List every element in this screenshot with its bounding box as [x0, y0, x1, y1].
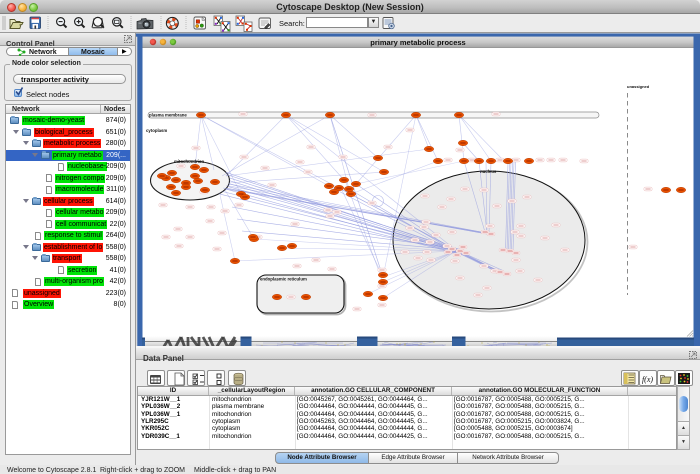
svg-text:f(x): f(x)	[642, 375, 653, 384]
svg-text:mitochondrion: mitochondrion	[174, 159, 204, 164]
svg-text:primary metabolic process: primary metabolic process	[370, 38, 465, 47]
svg-text:plasma membrane: plasma membrane	[149, 112, 187, 117]
svg-text:unassigned: unassigned	[627, 84, 650, 89]
svg-text:cytoplasm: cytoplasm	[146, 128, 167, 133]
svg-text:nucleus: nucleus	[480, 169, 497, 174]
svg-text:endoplasmic reticulum: endoplasmic reticulum	[260, 277, 307, 282]
